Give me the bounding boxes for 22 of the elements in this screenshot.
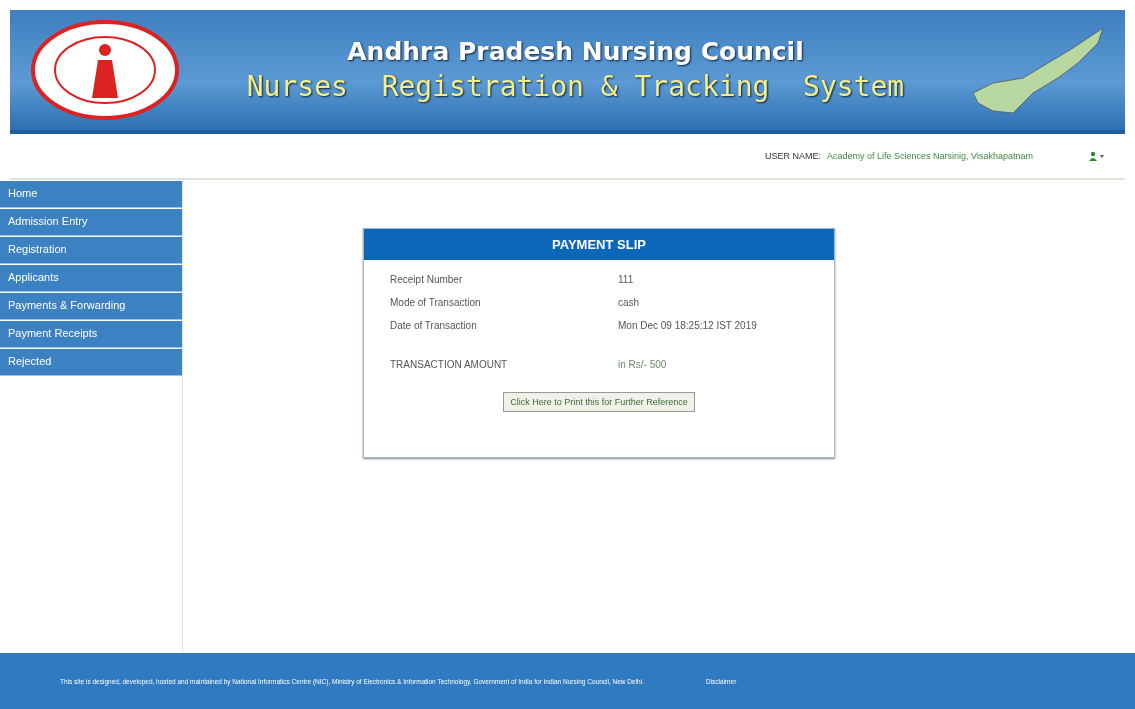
sidebar-item[interactable]: Home [0, 181, 182, 208]
sidebar-item[interactable]: Admission Entry [0, 209, 182, 236]
field-label: Mode of Transaction [390, 297, 482, 308]
amount-value: in Rs/- 500 [618, 359, 668, 370]
council-title: Andhra Pradesh Nursing Council [347, 37, 804, 66]
slip-title: PAYMENT SLIP [364, 229, 834, 260]
sidebar-item[interactable]: Registration [0, 237, 182, 264]
field-value: Mon Dec 09 18:25:12 IST 2019 [618, 320, 758, 331]
sidebar-item[interactable]: Payments & Forwarding [0, 293, 182, 320]
sidebar-item[interactable]: Applicants [0, 265, 182, 292]
sidebar-item[interactable]: Rejected [0, 349, 182, 376]
amount-label: TRANSACTION AMOUNT [390, 359, 509, 370]
field-label: Receipt Number [390, 274, 464, 285]
sidebar-item[interactable]: Payment Receipts [0, 321, 182, 348]
user-name-label: USER NAME: [765, 151, 822, 161]
system-title: Nurses Registration & Tracking System [246, 70, 905, 103]
field-label: Date of Transaction [390, 320, 478, 331]
user-name-value: Academy of Life Sciences Narsinig, Visakhapatnam [827, 151, 1033, 161]
user-menu-icon[interactable] [1089, 151, 1105, 161]
field-value: 111 [618, 274, 635, 285]
print-button[interactable]: Click Here to Print this for Further Reference [503, 392, 695, 412]
field-value: cash [618, 297, 641, 308]
